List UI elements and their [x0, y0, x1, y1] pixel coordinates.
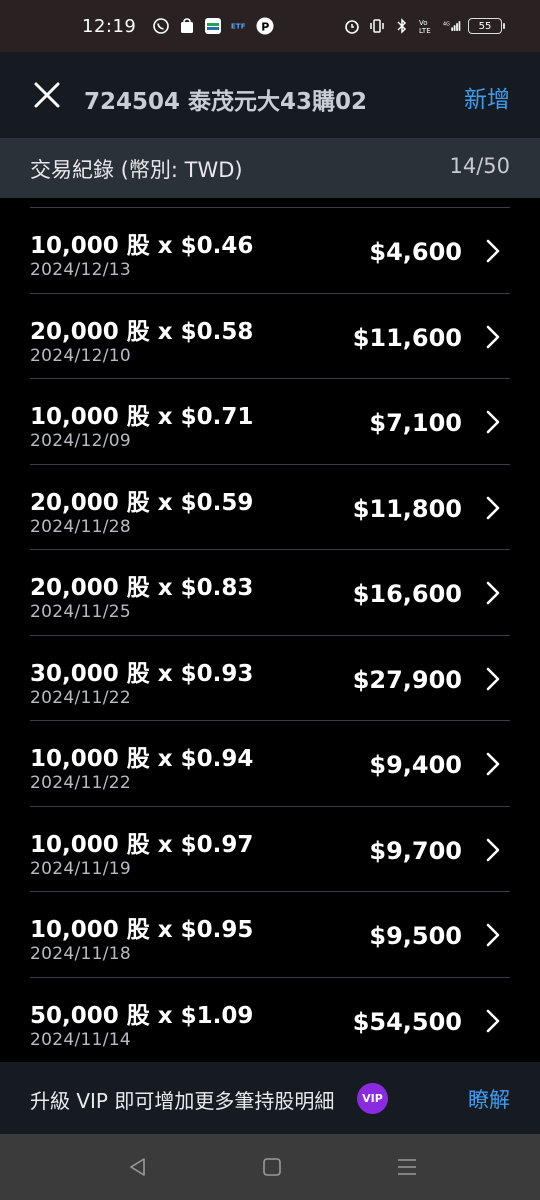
menu-lines-icon — [398, 1159, 416, 1175]
transaction-amount: $11,600 — [352, 323, 462, 352]
transaction-rows: 10,000 股 x $0.46 2024/12/13 $4,600 20,000 股… — [0, 208, 540, 1062]
transaction-date: 2024/12/13 — [30, 260, 131, 280]
section-header: 交易紀錄 (幣別: TWD) 14/50 — [0, 138, 540, 198]
bank-app-icon — [204, 17, 222, 35]
transaction-amount: $54,500 — [352, 1007, 462, 1036]
transaction-row[interactable]: 10,000 股 x $0.71 2024/12/09 $7,100 — [30, 379, 510, 465]
back-button[interactable] — [127, 1156, 149, 1178]
transaction-date: 2024/12/10 — [30, 345, 131, 366]
home-button[interactable] — [261, 1156, 283, 1178]
status-bar: 12:19 ETF P Vo LTE 4G 55 — [0, 0, 540, 52]
close-button[interactable] — [30, 78, 64, 112]
transaction-row[interactable]: 10,000 股 x $0.94 2024/11/22 $9,400 — [30, 721, 510, 807]
svg-text:ETF: ETF — [231, 22, 246, 31]
transaction-shares-price: 10,000 股 x $0.71 — [30, 404, 254, 430]
vibrate-icon — [368, 17, 386, 35]
chevron-right-icon — [486, 752, 500, 776]
transaction-amount: $9,500 — [369, 922, 462, 950]
back-triangle-icon — [130, 1158, 145, 1176]
chevron-right-icon — [486, 667, 500, 690]
transaction-date: 2024/12/09 — [30, 431, 131, 451]
status-time: 12:19 — [82, 15, 137, 37]
transaction-shares-price: 30,000 股 x $0.93 — [30, 660, 254, 687]
transaction-date: 2024/11/14 — [30, 1029, 131, 1050]
system-icons: Vo LTE 4G 55 — [343, 0, 505, 52]
transaction-amount: $7,100 — [369, 409, 462, 437]
transaction-row[interactable]: 20,000 股 x $0.58 2024/12/10 $11,600 — [30, 294, 510, 379]
transaction-shares-price: 10,000 股 x $0.94 — [30, 746, 254, 772]
transaction-amount: $9,700 — [369, 836, 462, 865]
add-button[interactable]: 新增 — [464, 80, 510, 114]
etf-icon: ETF — [230, 17, 248, 35]
transaction-amount: $9,400 — [369, 751, 462, 779]
vip-banner: 升級 VIP 即可增加更多筆持股明細 VIP 瞭解 — [0, 1062, 540, 1134]
transaction-shares-price: 50,000 股 x $1.09 — [30, 1002, 254, 1029]
transaction-row[interactable]: 20,000 股 x $0.59 2024/11/28 $11,800 — [30, 465, 510, 550]
transaction-row[interactable]: 10,000 股 x $0.46 2024/12/13 $4,600 — [30, 208, 510, 294]
volte-icon: Vo LTE — [418, 17, 436, 35]
section-title: 交易紀錄 (幣別: TWD) — [30, 158, 243, 182]
chevron-right-icon — [486, 1009, 500, 1032]
page-title: 724504 泰茂元大43購02 — [84, 89, 368, 115]
transaction-date: 2024/11/28 — [30, 516, 131, 537]
chevron-right-icon — [486, 581, 500, 605]
recents-button[interactable] — [396, 1156, 418, 1178]
transaction-shares-price: 20,000 股 x $0.59 — [30, 489, 254, 516]
learn-more-link[interactable]: 瞭解 — [468, 1084, 510, 1114]
transaction-date: 2024/11/25 — [30, 602, 131, 622]
notification-icons: ETF P — [152, 17, 274, 35]
home-square-icon — [263, 1158, 281, 1176]
transaction-shares-price: 20,000 股 x $0.83 — [30, 575, 254, 601]
svg-text:P: P — [262, 21, 270, 34]
svg-text:LTE: LTE — [419, 27, 431, 35]
transaction-amount: $11,800 — [352, 494, 462, 523]
shopping-bag-icon — [178, 17, 196, 35]
transaction-amount: $27,900 — [352, 665, 462, 694]
transaction-amount: $16,600 — [352, 580, 462, 608]
transaction-shares-price: 10,000 股 x $0.97 — [30, 831, 254, 858]
transaction-row[interactable]: 50,000 股 x $1.09 2024/11/14 $54,500 — [30, 978, 510, 1063]
vip-badge: VIP — [357, 1083, 388, 1114]
transaction-row[interactable]: 30,000 股 x $0.93 2024/11/22 $27,900 — [30, 636, 510, 721]
alarm-icon — [343, 17, 361, 35]
transaction-date: 2024/11/19 — [30, 858, 131, 879]
app-header: 724504 泰茂元大43購02 新增 — [0, 52, 540, 138]
transaction-shares-price: 10,000 股 x $0.95 — [30, 917, 254, 943]
chevron-right-icon — [486, 325, 500, 348]
transaction-shares-price: 10,000 股 x $0.46 — [30, 233, 254, 259]
transaction-date: 2024/11/22 — [30, 773, 131, 793]
signal-icon: 4G — [443, 17, 461, 35]
transaction-amount: $4,600 — [369, 238, 462, 266]
transaction-date: 2024/11/22 — [30, 687, 131, 708]
transaction-row[interactable]: 10,000 股 x $0.97 2024/11/19 $9,700 — [30, 807, 510, 892]
chevron-right-icon — [486, 239, 500, 263]
vip-upgrade-text: 升級 VIP 即可增加更多筆持股明細 — [30, 1089, 335, 1113]
svg-text:Vo: Vo — [419, 19, 428, 27]
parking-icon: P — [256, 17, 274, 35]
battery-icon: 55 — [468, 18, 505, 34]
chevron-right-icon — [486, 410, 500, 434]
network-label: 4G — [443, 21, 450, 27]
battery-level: 55 — [478, 20, 492, 32]
close-icon — [34, 82, 60, 108]
transaction-date: 2024/11/18 — [30, 944, 131, 964]
record-count: 14/50 — [449, 154, 510, 178]
chevron-right-icon — [486, 496, 500, 519]
transaction-row[interactable]: 10,000 股 x $0.95 2024/11/18 $9,500 — [30, 892, 510, 978]
bluetooth-icon — [393, 17, 411, 35]
system-nav-bar — [0, 1134, 540, 1200]
chevron-right-icon — [486, 838, 500, 861]
chevron-right-icon — [486, 923, 500, 947]
transaction-shares-price: 20,000 股 x $0.58 — [30, 318, 254, 345]
whatsapp-icon — [152, 17, 170, 35]
transaction-row[interactable]: 20,000 股 x $0.83 2024/11/25 $16,600 — [30, 550, 510, 636]
transaction-list[interactable]: 10,000 股 x $0.46 2024/12/13 $4,600 20,000 股… — [0, 198, 540, 1062]
